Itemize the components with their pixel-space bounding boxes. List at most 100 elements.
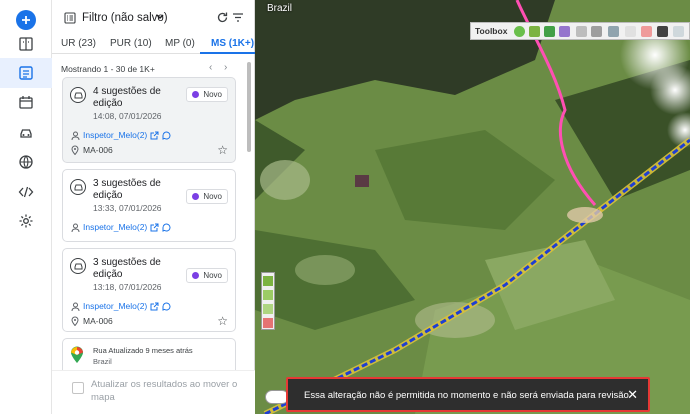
tab-mp[interactable]: MP (0) xyxy=(165,38,195,49)
events-nav[interactable] xyxy=(11,88,41,116)
update-on-move-bar: Atualizar os resultados ao mover o mapa xyxy=(52,370,255,414)
layer-tool-icon[interactable] xyxy=(263,276,273,286)
item-title: 3 sugestões de edição xyxy=(93,178,161,201)
green-circle-tool-icon[interactable] xyxy=(514,26,525,37)
suggestion-icon xyxy=(70,258,86,274)
location-pin-icon xyxy=(71,145,79,155)
new-status-dot xyxy=(192,193,200,200)
chat-icon[interactable] xyxy=(162,302,171,311)
move-tool-icon[interactable] xyxy=(263,304,273,314)
external-link-icon[interactable] xyxy=(150,131,159,140)
update-on-move-label: Atualizar os resultados ao mover o mapa xyxy=(91,379,238,403)
item-location: MA-006 xyxy=(71,145,113,155)
item-time: 14:08, 07/01/2026 xyxy=(93,111,162,121)
toolbox-label: Toolbox xyxy=(475,26,508,36)
item-title: Rua Atualizado 9 meses atrás xyxy=(93,346,193,355)
star-icon[interactable]: ☆ xyxy=(217,143,228,157)
chat-icon[interactable] xyxy=(162,223,171,232)
flag-tool-icon[interactable] xyxy=(263,318,273,328)
settings-nav[interactable] xyxy=(11,207,41,235)
nav-rail xyxy=(0,0,52,414)
star-icon[interactable]: ☆ xyxy=(217,314,228,328)
up-arrow-icon[interactable] xyxy=(263,290,273,300)
purple-check-tool-icon[interactable] xyxy=(559,26,570,37)
status-badge: Novo xyxy=(186,87,228,102)
areas-nav[interactable] xyxy=(11,148,41,176)
issues-list-icon xyxy=(19,66,33,80)
globe-icon xyxy=(19,155,33,169)
sort-filter-icon[interactable] xyxy=(232,12,244,23)
tab-ur[interactable]: UR (23) xyxy=(61,38,96,49)
road-tool-icon[interactable] xyxy=(673,26,684,37)
external-link-icon[interactable] xyxy=(150,223,159,232)
copy-tool-icon[interactable] xyxy=(608,26,619,37)
tab-ms[interactable]: MS (1K+) xyxy=(211,38,254,49)
scripts-nav[interactable] xyxy=(11,178,41,206)
car-icon xyxy=(20,129,32,138)
results-count: Mostrando 1 - 30 de 1K+ xyxy=(61,64,155,74)
list-item[interactable]: Rua Atualizado 9 meses atrás Brazil xyxy=(62,338,236,370)
map-side-tools xyxy=(261,272,275,330)
lock-tool-icon[interactable] xyxy=(529,26,540,37)
snackbar-message: Essa alteração não é permitida no moment… xyxy=(304,390,629,401)
badge-label: Novo xyxy=(203,271,222,280)
satellite-imagery xyxy=(255,0,690,414)
ruler-tool-icon[interactable] xyxy=(576,26,587,37)
error-snackbar: Essa alteração não é permitida no moment… xyxy=(286,377,650,412)
badge-label: Novo xyxy=(203,90,222,99)
issues-nav[interactable] xyxy=(0,58,52,88)
tab-pur[interactable]: PUR (10) xyxy=(110,38,152,49)
new-status-dot xyxy=(192,272,200,279)
item-user: Inspetor_Melo(2) xyxy=(71,301,171,311)
item-location: MA-006 xyxy=(71,316,113,326)
maps-pin-icon xyxy=(71,346,83,363)
user-link[interactable]: Inspetor_Melo(2) xyxy=(83,301,147,311)
list-item[interactable]: 3 sugestões de edição 13:18, 07/01/2026 … xyxy=(62,248,236,332)
external-link-icon[interactable] xyxy=(150,302,159,311)
shape-tool-icon[interactable] xyxy=(625,26,636,37)
active-tab-indicator xyxy=(200,52,255,54)
status-badge: Novo xyxy=(186,189,228,204)
select-tool-icon[interactable] xyxy=(591,26,602,37)
item-time: 13:33, 07/01/2026 xyxy=(93,203,162,213)
house-tool-icon[interactable] xyxy=(641,26,652,37)
location-label: MA-006 xyxy=(83,145,113,155)
chat-icon[interactable] xyxy=(162,131,171,140)
gear-icon xyxy=(19,214,33,228)
chevron-down-icon[interactable] xyxy=(156,14,164,20)
status-badge: Novo xyxy=(186,268,228,283)
filter-bar: Filtro (não salvo) xyxy=(52,0,255,34)
location-label: MA-006 xyxy=(83,316,113,326)
checkmark-tool-icon[interactable] xyxy=(544,26,555,37)
user-link[interactable]: Inspetor_Melo(2) xyxy=(83,222,147,232)
update-on-move-checkbox[interactable] xyxy=(72,382,84,394)
list-item[interactable]: 3 sugestões de edição 13:33, 07/01/2026 … xyxy=(62,169,236,242)
user-icon xyxy=(71,302,80,311)
scrollbar[interactable] xyxy=(247,62,251,152)
new-status-dot xyxy=(192,91,200,98)
user-link[interactable]: Inspetor_Melo(2) xyxy=(83,130,147,140)
map-edit-nav[interactable] xyxy=(11,30,41,58)
drives-nav[interactable] xyxy=(11,118,41,146)
list-item[interactable]: 4 sugestões de edição 14:08, 07/01/2026 … xyxy=(62,77,236,163)
item-user: Inspetor_Melo(2) xyxy=(71,222,171,232)
refresh-icon[interactable] xyxy=(216,11,229,24)
suggestion-icon xyxy=(70,87,86,103)
item-time: 13:18, 07/01/2026 xyxy=(93,282,162,292)
map-book-icon xyxy=(19,37,33,51)
issues-panel: Filtro (não salvo) UR (23) PUR (10) MP (… xyxy=(52,0,255,414)
issue-tabs: UR (23) PUR (10) MP (0) MS (1K+) xyxy=(52,34,255,54)
plus-icon xyxy=(16,10,36,30)
prev-page-button[interactable]: ‹ xyxy=(209,62,212,73)
next-page-button[interactable]: › xyxy=(224,62,227,73)
badge-label: Novo xyxy=(203,192,222,201)
calendar-icon xyxy=(19,96,33,109)
filter-dropdown[interactable]: Filtro (não salvo) xyxy=(82,12,168,24)
user-icon xyxy=(71,223,80,232)
code-icon xyxy=(18,186,34,198)
crosshair-tool-icon[interactable] xyxy=(657,26,668,37)
map-canvas[interactable]: Brazil Toolbox Essa alteração não é perm… xyxy=(255,0,690,414)
item-title: 4 sugestões de edição xyxy=(93,86,161,109)
close-icon[interactable]: ✕ xyxy=(627,387,638,403)
item-title: 3 sugestões de edição xyxy=(93,257,161,280)
